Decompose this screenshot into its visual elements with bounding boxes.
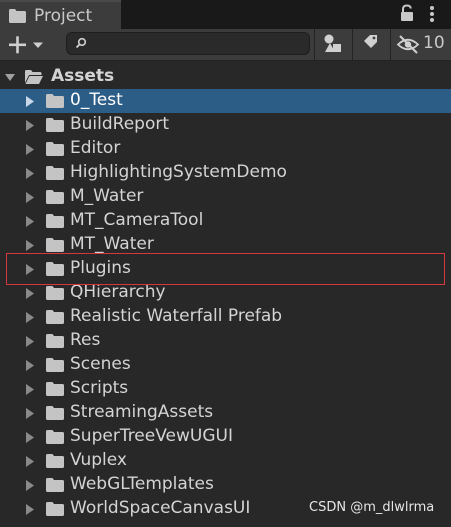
eye-slash-icon — [396, 35, 420, 54]
hidden-packages-count: 10 — [423, 33, 445, 53]
tag-icon — [364, 35, 377, 48]
tree-root-assets[interactable]: Assets — [0, 65, 451, 89]
folder-icon — [46, 94, 64, 108]
collapsed-arrow-icon[interactable] — [25, 216, 35, 227]
folder-icon — [46, 214, 64, 228]
collapsed-arrow-icon[interactable] — [25, 336, 35, 347]
collapsed-arrow-icon[interactable] — [25, 96, 35, 107]
tree-item[interactable]: MT_Water — [0, 233, 451, 257]
collapsed-arrow-icon[interactable] — [25, 192, 35, 203]
tree-item-label: QHierarchy — [70, 282, 166, 302]
hidden-packages-button[interactable] — [396, 29, 422, 60]
collapsed-arrow-icon[interactable] — [25, 360, 35, 371]
open-folder-icon — [25, 70, 43, 84]
filter-by-label-button[interactable] — [356, 29, 386, 60]
folder-icon — [46, 166, 64, 180]
tree-item[interactable]: HighlightingSystemDemo — [0, 161, 451, 185]
tree-root-label: Assets — [51, 66, 115, 86]
folder-icon — [46, 478, 64, 492]
search-input[interactable] — [91, 34, 301, 53]
tab-title: Project — [34, 6, 93, 26]
folder-icon — [46, 142, 64, 156]
folder-icon — [46, 262, 64, 276]
tree-item[interactable]: SuperTreeVewUGUI — [0, 425, 451, 449]
toolbar-separator — [390, 29, 391, 60]
collapsed-arrow-icon[interactable] — [25, 384, 35, 395]
folder-icon — [46, 310, 64, 324]
tree-item[interactable]: QHierarchy — [0, 281, 451, 305]
tree-item-label: SuperTreeVewUGUI — [70, 426, 233, 446]
search-icon — [75, 37, 87, 49]
tree-item-label: WorldSpaceCanvasUI — [70, 498, 251, 518]
collapsed-arrow-icon[interactable] — [25, 456, 35, 467]
tree-item[interactable]: Editor — [0, 137, 451, 161]
shapes-filter-icon — [324, 34, 341, 52]
tree-item-label: Realistic Waterfall Prefab — [70, 306, 283, 326]
tree-item[interactable]: Scenes — [0, 353, 451, 377]
tree-item-label: Plugins — [70, 258, 131, 278]
tree-item[interactable]: BuildReport — [0, 113, 451, 137]
folder-icon — [46, 118, 64, 132]
tree-item-label: BuildReport — [70, 114, 170, 134]
tree-item-label: WebGLTemplates — [70, 474, 214, 494]
tree-item-label: 0_Test — [70, 90, 123, 110]
expanded-arrow-icon[interactable] — [5, 72, 15, 83]
collapsed-arrow-icon[interactable] — [25, 312, 35, 323]
toolbar-separator — [314, 29, 315, 60]
tree-item[interactable]: Res — [0, 329, 451, 353]
filter-by-type-button[interactable] — [318, 29, 348, 60]
tree-item-label: HighlightingSystemDemo — [70, 162, 287, 182]
project-toolbar: 10 — [0, 29, 451, 61]
tab-project[interactable]: Project — [0, 0, 121, 29]
folder-icon — [46, 334, 64, 348]
collapsed-arrow-icon[interactable] — [25, 432, 35, 443]
collapsed-arrow-icon[interactable] — [25, 168, 35, 179]
watermark: CSDN @m_dlwlrma — [309, 500, 435, 515]
folder-icon — [46, 430, 64, 444]
tree-item[interactable]: 0_Test — [0, 89, 451, 113]
tree-item[interactable]: Scripts — [0, 377, 451, 401]
tree-item-label: MT_CameraTool — [70, 210, 204, 230]
collapsed-arrow-icon[interactable] — [25, 288, 35, 299]
folder-icon — [46, 190, 64, 204]
collapsed-arrow-icon[interactable] — [25, 504, 35, 515]
kebab-menu-icon[interactable] — [427, 4, 437, 24]
collapsed-arrow-icon[interactable] — [25, 264, 35, 275]
collapsed-arrow-icon[interactable] — [25, 120, 35, 131]
collapsed-arrow-icon[interactable] — [25, 408, 35, 419]
tree-item-label: Scripts — [70, 378, 129, 398]
tree-item[interactable]: Vuplex — [0, 449, 451, 473]
tree-item-label: Scenes — [70, 354, 131, 374]
create-button[interactable] — [4, 32, 48, 58]
tree-item-label: Editor — [70, 138, 121, 158]
folder-icon — [9, 9, 26, 23]
toolbar-separator — [352, 29, 353, 60]
folder-icon — [46, 238, 64, 252]
project-tree: Assets 0_Test BuildReport Editor Highlighti… — [0, 62, 451, 527]
plus-dropdown-icon — [9, 36, 43, 54]
folder-icon — [46, 454, 64, 468]
tree-item-label: Vuplex — [70, 450, 127, 470]
tree-item[interactable]: StreamingAssets — [0, 401, 451, 425]
collapsed-arrow-icon[interactable] — [25, 144, 35, 155]
collapsed-arrow-icon[interactable] — [25, 480, 35, 491]
folder-icon — [46, 286, 64, 300]
tree-item[interactable]: Realistic Waterfall Prefab — [0, 305, 451, 329]
lock-icon[interactable] — [399, 4, 415, 22]
search-field[interactable] — [66, 32, 310, 55]
tree-item[interactable]: Plugins — [0, 257, 451, 281]
tree-item-label: MT_Water — [70, 234, 154, 254]
tab-bar: Project — [0, 0, 451, 29]
collapsed-arrow-icon[interactable] — [25, 240, 35, 251]
folder-icon — [46, 358, 64, 372]
tree-item[interactable]: M_Water — [0, 185, 451, 209]
tree-item[interactable]: WebGLTemplates — [0, 473, 451, 497]
folder-icon — [46, 406, 64, 420]
folder-icon — [46, 502, 64, 516]
folder-icon — [46, 382, 64, 396]
tree-item-label: Res — [70, 330, 101, 350]
tree-item[interactable]: MT_CameraTool — [0, 209, 451, 233]
tree-item-label: M_Water — [70, 186, 144, 206]
tree-item-label: StreamingAssets — [70, 402, 214, 422]
